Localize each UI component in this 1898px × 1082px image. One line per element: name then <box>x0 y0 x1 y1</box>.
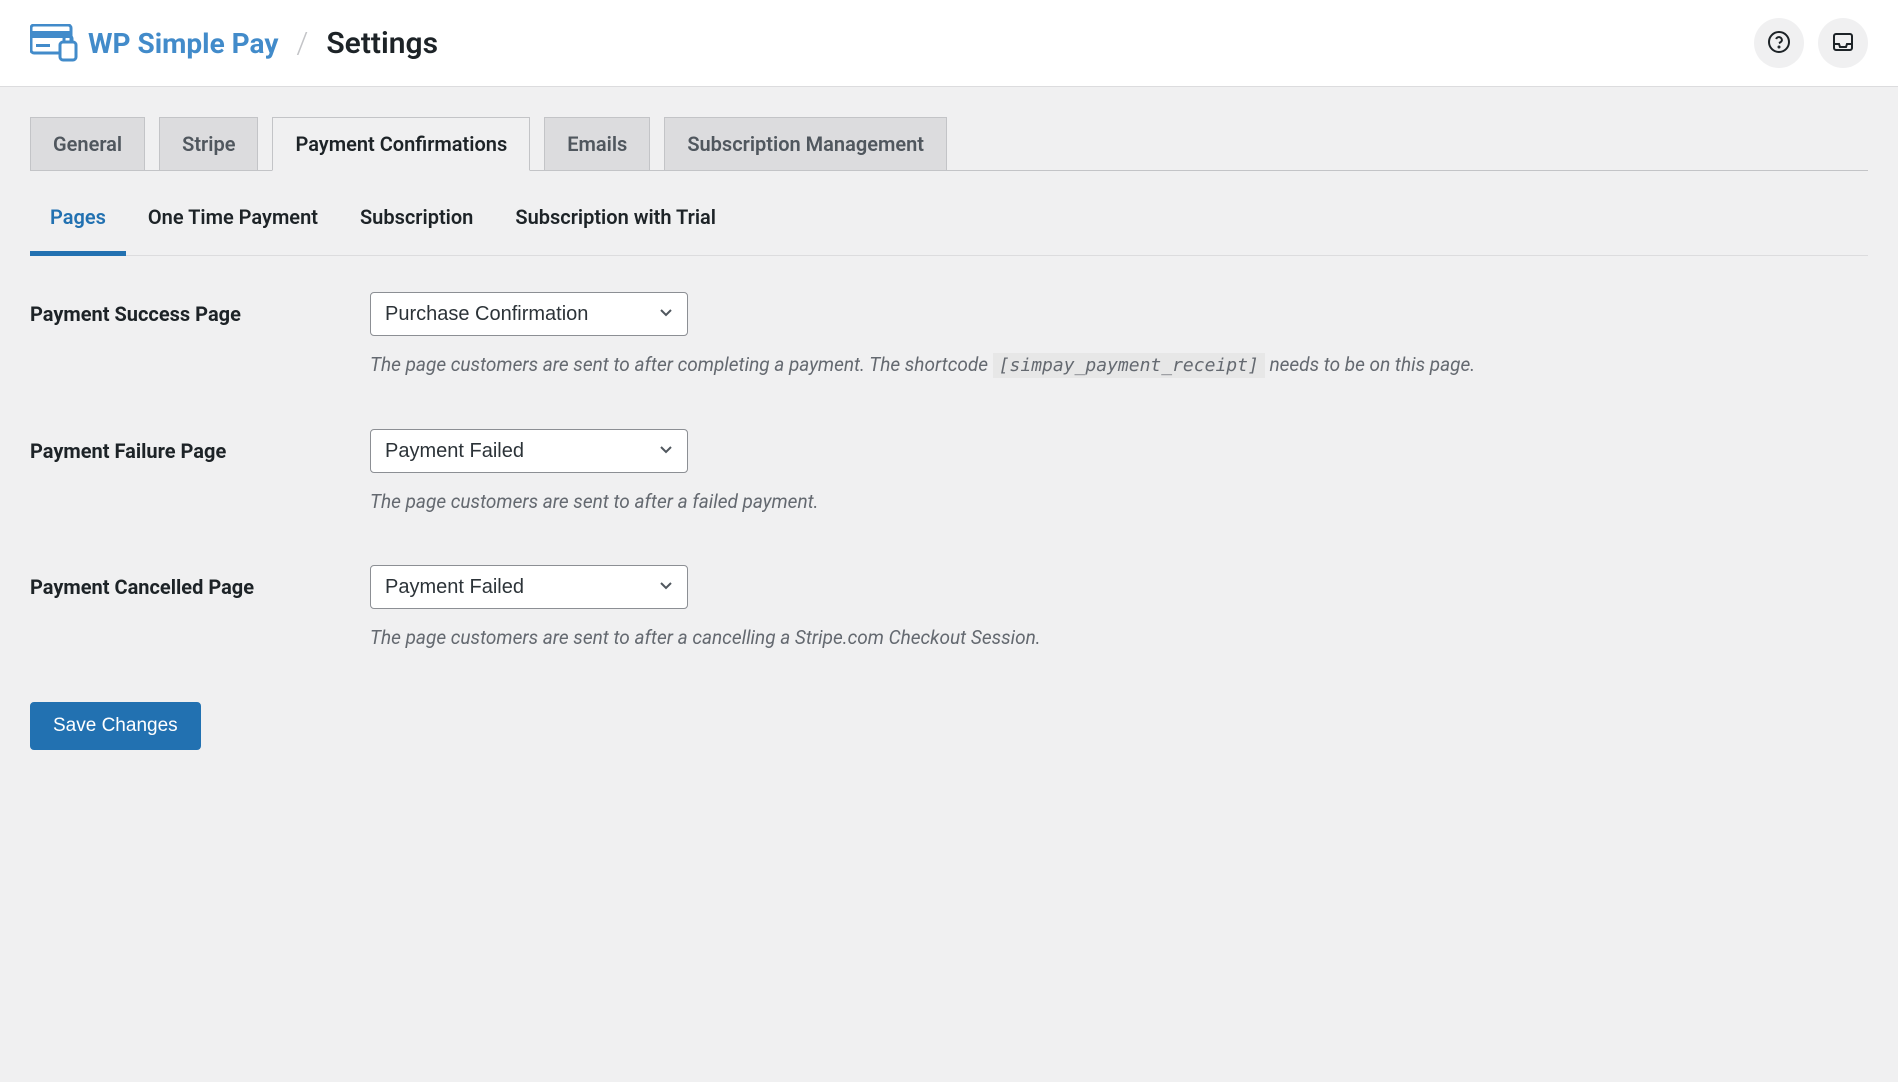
inbox-button[interactable] <box>1818 18 1868 68</box>
subtab-subscription-with-trial[interactable]: Subscription with Trial <box>515 179 716 255</box>
label-payment-failure-page: Payment Failure Page <box>30 429 370 463</box>
select-payment-success-page[interactable]: Purchase Confirmation <box>370 292 688 336</box>
breadcrumb-separator: / <box>296 26 308 61</box>
primary-tabs: General Stripe Payment Confirmations Ema… <box>30 117 1868 171</box>
brand-logo: WP Simple Pay <box>30 24 278 62</box>
subtab-pages[interactable]: Pages <box>50 179 106 255</box>
page-title: Settings <box>326 26 438 61</box>
description-payment-cancelled-page: The page customers are sent to after a c… <box>370 623 1868 653</box>
brand-logo-icon <box>30 24 78 62</box>
tab-stripe[interactable]: Stripe <box>159 117 258 170</box>
page-header: WP Simple Pay / Settings <box>0 0 1898 87</box>
tab-subscription-management[interactable]: Subscription Management <box>664 117 947 170</box>
help-circle-icon <box>1767 30 1791 57</box>
field-payment-cancelled-page: Payment Cancelled Page Payment Failed Th… <box>30 565 1868 653</box>
subtab-subscription[interactable]: Subscription <box>360 179 473 255</box>
tab-general[interactable]: General <box>30 117 145 170</box>
save-changes-button[interactable]: Save Changes <box>30 702 201 750</box>
brand-name: WP Simple Pay <box>88 27 278 60</box>
field-payment-success-page: Payment Success Page Purchase Confirmati… <box>30 292 1868 381</box>
header-actions <box>1754 18 1868 68</box>
field-payment-failure-page: Payment Failure Page Payment Failed The … <box>30 429 1868 517</box>
inbox-icon <box>1831 30 1855 57</box>
label-payment-success-page: Payment Success Page <box>30 292 370 326</box>
tab-emails[interactable]: Emails <box>544 117 650 170</box>
description-payment-success-page: The page customers are sent to after com… <box>370 350 1868 381</box>
shortcode-text: [simpay_payment_receipt] <box>993 353 1265 378</box>
subtab-one-time-payment[interactable]: One Time Payment <box>148 179 318 255</box>
tab-payment-confirmations[interactable]: Payment Confirmations <box>272 117 530 171</box>
settings-form: Payment Success Page Purchase Confirmati… <box>30 292 1868 750</box>
select-payment-cancelled-page[interactable]: Payment Failed <box>370 565 688 609</box>
description-payment-failure-page: The page customers are sent to after a f… <box>370 487 1868 517</box>
secondary-tabs: Pages One Time Payment Subscription Subs… <box>30 179 1868 256</box>
content-area: General Stripe Payment Confirmations Ema… <box>0 87 1898 790</box>
label-payment-cancelled-page: Payment Cancelled Page <box>30 565 370 599</box>
select-payment-failure-page[interactable]: Payment Failed <box>370 429 688 473</box>
help-button[interactable] <box>1754 18 1804 68</box>
